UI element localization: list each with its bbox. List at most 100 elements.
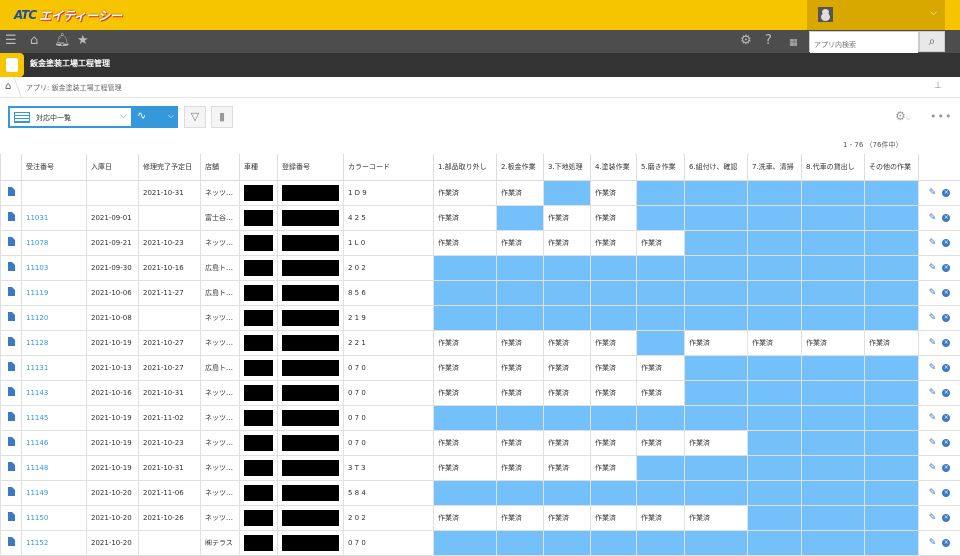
order-number-link[interactable]: 11145 [26, 414, 48, 422]
column-header[interactable]: 1.部品取り外し [434, 154, 497, 180]
column-header[interactable]: 6.組付け、確認 [685, 154, 748, 180]
record-detail-cell[interactable] [1, 355, 22, 380]
user-menu[interactable]: ⌵ [807, 0, 945, 30]
column-header[interactable]: 登録番号 [278, 154, 344, 180]
record-detail-cell[interactable] [1, 505, 22, 530]
order-number-link[interactable]: 11150 [26, 514, 48, 522]
document-icon[interactable] [8, 212, 15, 221]
column-header[interactable]: 車種 [240, 154, 278, 180]
settings-button[interactable]: ⚙⌵ [895, 109, 911, 123]
pencil-icon[interactable]: ✎ [929, 388, 937, 398]
delete-icon[interactable]: × [942, 539, 950, 547]
record-detail-cell[interactable] [1, 280, 22, 305]
document-icon[interactable] [8, 337, 15, 346]
column-header[interactable]: 4.塗装作業 [591, 154, 637, 180]
document-icon[interactable] [8, 237, 15, 246]
delete-icon[interactable]: × [942, 439, 950, 447]
column-header[interactable]: 7.洗車、清掃 [748, 154, 802, 180]
order-number-link[interactable]: 11148 [26, 464, 48, 472]
help-icon[interactable]: ? [765, 34, 772, 48]
record-detail-cell[interactable] [1, 330, 22, 355]
column-header[interactable]: カラーコード [344, 154, 434, 180]
delete-icon[interactable]: × [942, 514, 950, 522]
delete-icon[interactable]: × [942, 189, 950, 197]
view-selector[interactable]: 対応中一覧 ⌵ [8, 106, 133, 128]
document-icon[interactable] [8, 387, 15, 396]
column-header[interactable]: その他の作業 [865, 154, 919, 180]
column-header[interactable]: 5.磨き作業 [637, 154, 685, 180]
delete-icon[interactable]: × [942, 464, 950, 472]
pencil-icon[interactable]: ✎ [929, 263, 937, 273]
star-icon[interactable]: ★ [77, 34, 89, 48]
record-detail-cell[interactable] [1, 530, 22, 555]
record-detail-cell[interactable] [1, 380, 22, 405]
document-icon[interactable] [8, 312, 15, 321]
document-icon[interactable] [8, 287, 15, 296]
delete-icon[interactable]: × [942, 314, 950, 322]
pencil-icon[interactable]: ✎ [929, 438, 937, 448]
pencil-icon[interactable]: ✎ [929, 338, 937, 348]
order-number-link[interactable]: 11152 [26, 539, 48, 547]
delete-icon[interactable]: × [942, 264, 950, 272]
delete-icon[interactable]: × [942, 364, 950, 372]
pencil-icon[interactable]: ✎ [929, 288, 937, 298]
order-number-link[interactable]: 11031 [26, 214, 48, 222]
document-icon[interactable] [8, 487, 15, 496]
filter-button[interactable]: ▽ [184, 106, 206, 128]
order-number-link[interactable]: 11078 [26, 239, 48, 247]
delete-icon[interactable]: × [942, 339, 950, 347]
order-number-link[interactable]: 11146 [26, 439, 48, 447]
order-number-link[interactable]: 11128 [26, 339, 48, 347]
record-detail-cell[interactable] [1, 230, 22, 255]
delete-icon[interactable]: × [942, 214, 950, 222]
document-icon[interactable] [8, 537, 15, 546]
column-header[interactable]: 修理完了予定日 [139, 154, 201, 180]
pencil-icon[interactable]: ✎ [929, 463, 937, 473]
document-icon[interactable] [8, 512, 15, 521]
more-options-button[interactable]: ••• [930, 110, 952, 123]
record-detail-cell[interactable] [1, 180, 22, 205]
menu-icon[interactable]: ☰ [5, 34, 17, 48]
order-number-link[interactable]: 11120 [26, 314, 48, 322]
column-header[interactable]: 受注番号 [22, 154, 87, 180]
order-number-link[interactable]: 11119 [26, 289, 48, 297]
chart-button[interactable]: ▮ [211, 106, 233, 128]
gear-icon[interactable]: ⚙ [740, 34, 752, 48]
document-icon[interactable] [8, 462, 15, 471]
record-detail-cell[interactable] [1, 480, 22, 505]
pencil-icon[interactable]: ✎ [929, 513, 937, 523]
grid-app-icon[interactable]: ▦ [789, 36, 798, 50]
document-icon[interactable] [8, 362, 15, 371]
document-icon[interactable] [8, 187, 15, 196]
pencil-icon[interactable]: ✎ [929, 188, 937, 198]
delete-icon[interactable]: × [942, 489, 950, 497]
column-header[interactable]: 店舗 [201, 154, 240, 180]
document-icon[interactable] [8, 412, 15, 421]
record-detail-cell[interactable] [1, 205, 22, 230]
pencil-icon[interactable]: ✎ [929, 413, 937, 423]
breadcrumb-text[interactable]: アプリ: 鈑金塗装工場工程管理 [26, 83, 122, 93]
search-input[interactable] [810, 36, 918, 55]
order-number-link[interactable]: 11143 [26, 389, 48, 397]
record-detail-cell[interactable] [1, 430, 22, 455]
column-header[interactable]: 入庫日 [87, 154, 139, 180]
delete-icon[interactable]: × [942, 414, 950, 422]
pin-icon[interactable]: ⊥ [934, 81, 942, 91]
document-icon[interactable] [8, 437, 15, 446]
company-logo[interactable]: ATC エイティーシー [14, 6, 122, 24]
pencil-icon[interactable]: ✎ [929, 363, 937, 373]
graph-selector[interactable]: ∿ ⌵ [133, 106, 178, 128]
record-detail-cell[interactable] [1, 455, 22, 480]
pencil-icon[interactable]: ✎ [929, 488, 937, 498]
record-detail-cell[interactable] [1, 305, 22, 330]
record-detail-cell[interactable] [1, 255, 22, 280]
home-icon[interactable]: ⌂ [30, 34, 38, 48]
breadcrumb-home-icon[interactable]: ⌂ [5, 81, 11, 92]
delete-icon[interactable]: × [942, 389, 950, 397]
delete-icon[interactable]: × [942, 239, 950, 247]
column-header[interactable]: 8.代車の貸出し [802, 154, 865, 180]
search-button[interactable]: ⌕ [919, 31, 945, 52]
document-icon[interactable] [8, 262, 15, 271]
column-header[interactable]: 2.板金作業 [497, 154, 544, 180]
delete-icon[interactable]: × [942, 289, 950, 297]
